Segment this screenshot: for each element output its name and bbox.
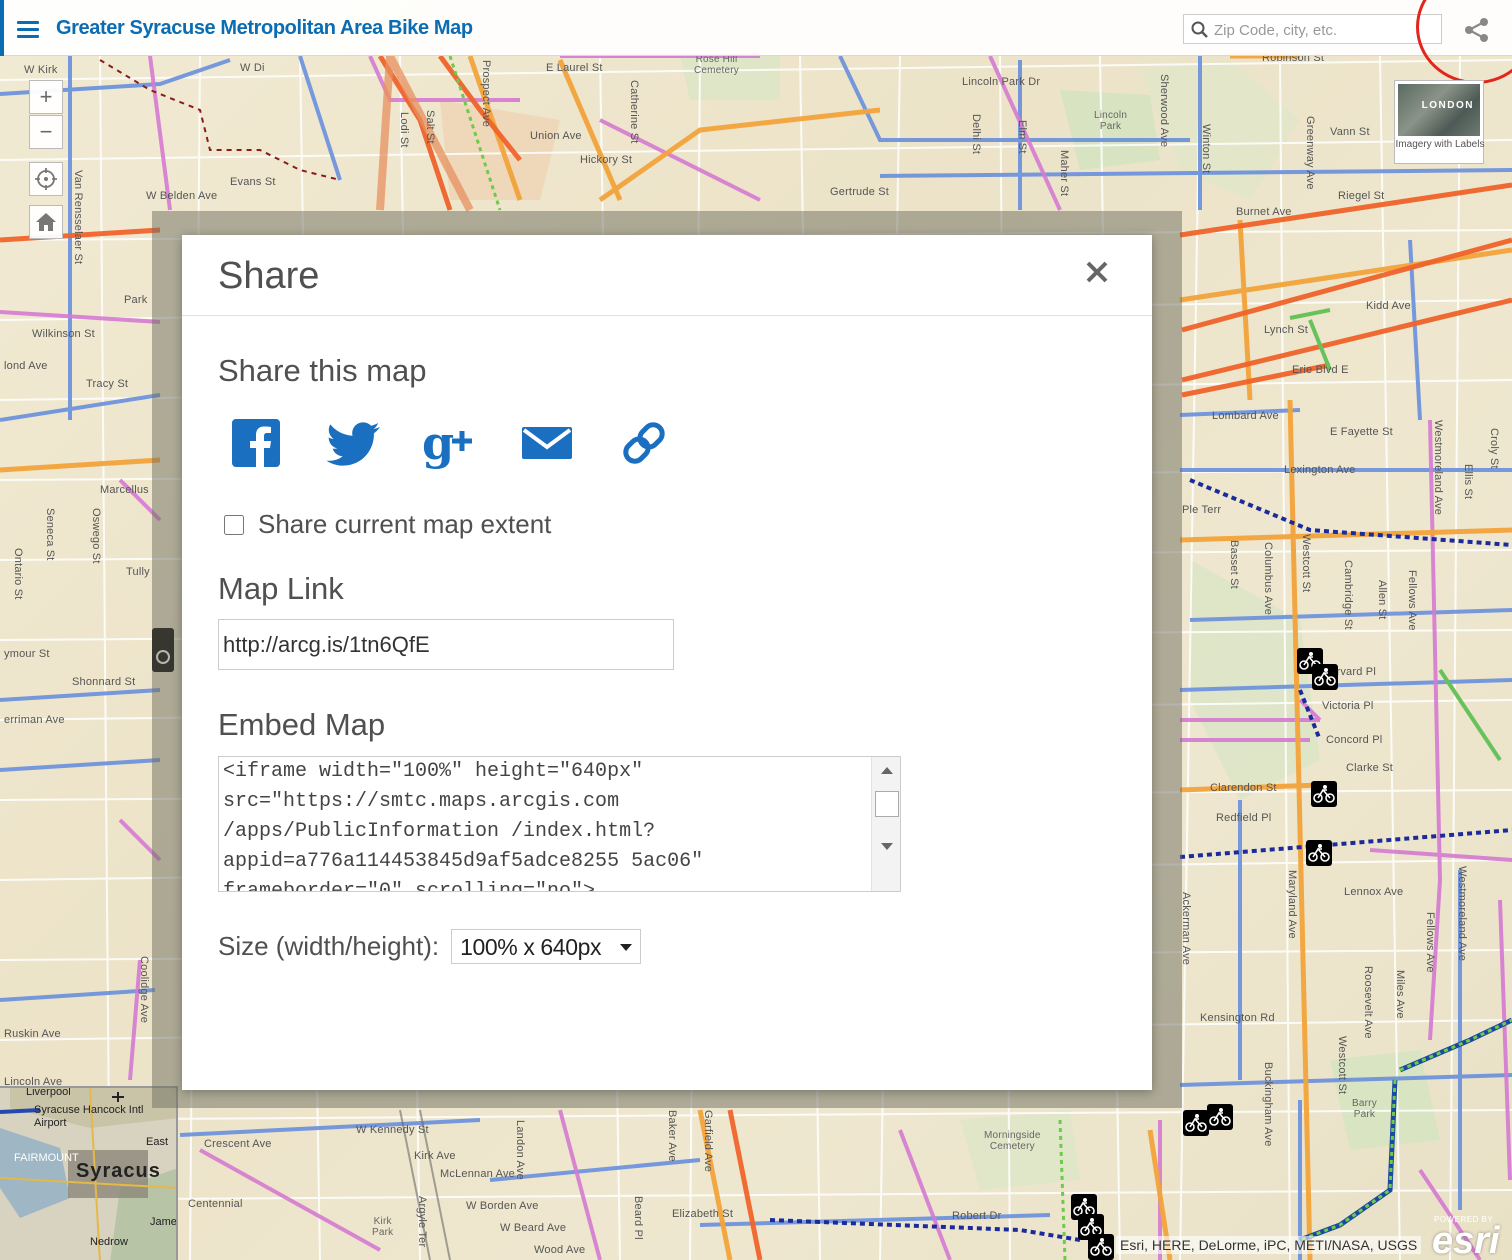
search-icon bbox=[1191, 21, 1208, 38]
email-share-button[interactable] bbox=[518, 415, 578, 471]
app-header: Greater Syracuse Metropolitan Area Bike … bbox=[0, 0, 1512, 84]
share-extent-row[interactable]: Share current map extent bbox=[224, 509, 551, 540]
overview-label: FAIRMOUNT bbox=[14, 1152, 79, 1164]
location-search[interactable] bbox=[1183, 14, 1442, 44]
bike-shop-marker[interactable] bbox=[1306, 840, 1332, 866]
google-plus-share-button[interactable]: g bbox=[420, 415, 476, 471]
copy-link-button[interactable] bbox=[616, 415, 672, 471]
bike-shop-marker[interactable] bbox=[1088, 1234, 1114, 1260]
basemap-thumbnail: LONDON bbox=[1398, 84, 1480, 136]
scroll-up-icon[interactable] bbox=[881, 767, 893, 774]
home-button[interactable] bbox=[29, 205, 63, 239]
zoom-in-label: + bbox=[39, 84, 53, 109]
embed-code-field[interactable] bbox=[219, 757, 871, 891]
hamburger-menu-icon[interactable] bbox=[17, 21, 39, 38]
twitter-icon bbox=[326, 422, 380, 466]
embed-size-select[interactable]: 100% x 640px bbox=[451, 929, 642, 964]
locate-button[interactable] bbox=[29, 162, 63, 196]
embed-size-label: Size (width/height): bbox=[218, 931, 440, 961]
map-link-field[interactable] bbox=[218, 619, 674, 670]
dialog-divider bbox=[182, 315, 1152, 316]
bike-shop-marker[interactable] bbox=[1183, 1110, 1209, 1136]
search-input[interactable] bbox=[1214, 19, 1434, 41]
app-title: Greater Syracuse Metropolitan Area Bike … bbox=[56, 17, 473, 39]
overview-label: Jame bbox=[150, 1216, 177, 1228]
scroll-down-icon[interactable] bbox=[881, 843, 893, 850]
zoom-out-label: − bbox=[39, 119, 53, 144]
facebook-share-button[interactable] bbox=[228, 415, 284, 471]
facebook-icon bbox=[232, 419, 280, 467]
close-button[interactable] bbox=[1080, 255, 1114, 289]
share-this-map-heading: Share this map bbox=[218, 353, 427, 388]
basemap-caption: Imagery with Labels bbox=[1395, 139, 1485, 150]
share-button[interactable] bbox=[1458, 14, 1494, 46]
home-icon bbox=[36, 213, 56, 231]
svg-text:g: g bbox=[422, 416, 454, 470]
map-link-heading: Map Link bbox=[218, 571, 344, 606]
bike-shop-marker[interactable] bbox=[1207, 1104, 1233, 1130]
email-icon bbox=[522, 427, 572, 459]
overview-label: Syracuse Hancock Intl Airport bbox=[34, 1104, 144, 1129]
overview-map[interactable]: Liverpool Syracuse Hancock Intl Airport … bbox=[0, 1086, 178, 1260]
esri-wordmark: esri bbox=[1432, 1220, 1500, 1260]
share-icon bbox=[1465, 18, 1488, 42]
share-extent-label[interactable]: Share current map extent bbox=[258, 509, 551, 540]
link-icon bbox=[623, 422, 665, 464]
bike-shop-marker[interactable] bbox=[1311, 781, 1337, 807]
google-plus-icon: g bbox=[422, 416, 472, 470]
zoom-out-button[interactable]: − bbox=[29, 115, 63, 149]
header-accent bbox=[0, 0, 4, 56]
esri-logo[interactable]: POWERED BY esri bbox=[1428, 1212, 1508, 1260]
overview-label: Liverpool bbox=[26, 1086, 71, 1098]
embed-size-value: 100% x 640px bbox=[460, 934, 602, 960]
close-icon bbox=[1086, 261, 1108, 283]
twitter-share-button[interactable] bbox=[324, 415, 380, 471]
basemap-thumb-label: LONDON bbox=[1421, 100, 1474, 111]
chevron-down-icon bbox=[620, 944, 633, 951]
share-extent-checkbox[interactable] bbox=[224, 514, 244, 535]
embed-scrollbar[interactable] bbox=[871, 757, 900, 891]
scroll-thumb[interactable] bbox=[875, 791, 899, 817]
locate-icon bbox=[35, 168, 57, 190]
embed-size-row: Size (width/height): 100% x 640px bbox=[218, 929, 642, 964]
embed-code-box[interactable] bbox=[218, 756, 901, 892]
share-dialog: Share Share this map g Share current map… bbox=[182, 235, 1152, 1090]
bike-shop-marker[interactable] bbox=[1312, 664, 1338, 690]
overview-city-label: Syracus bbox=[76, 1160, 161, 1182]
zoom-in-button[interactable]: + bbox=[29, 80, 63, 114]
basemap-toggle[interactable]: LONDON Imagery with Labels bbox=[1394, 80, 1484, 164]
overview-label: East bbox=[146, 1136, 169, 1148]
map-attribution: Esri, HERE, DeLorme, iPC, METI/NASA, USG… bbox=[1116, 1236, 1422, 1254]
embed-map-heading: Embed Map bbox=[218, 707, 386, 742]
share-dialog-title: Share bbox=[218, 255, 320, 297]
overview-label: Nedrow bbox=[90, 1236, 128, 1248]
